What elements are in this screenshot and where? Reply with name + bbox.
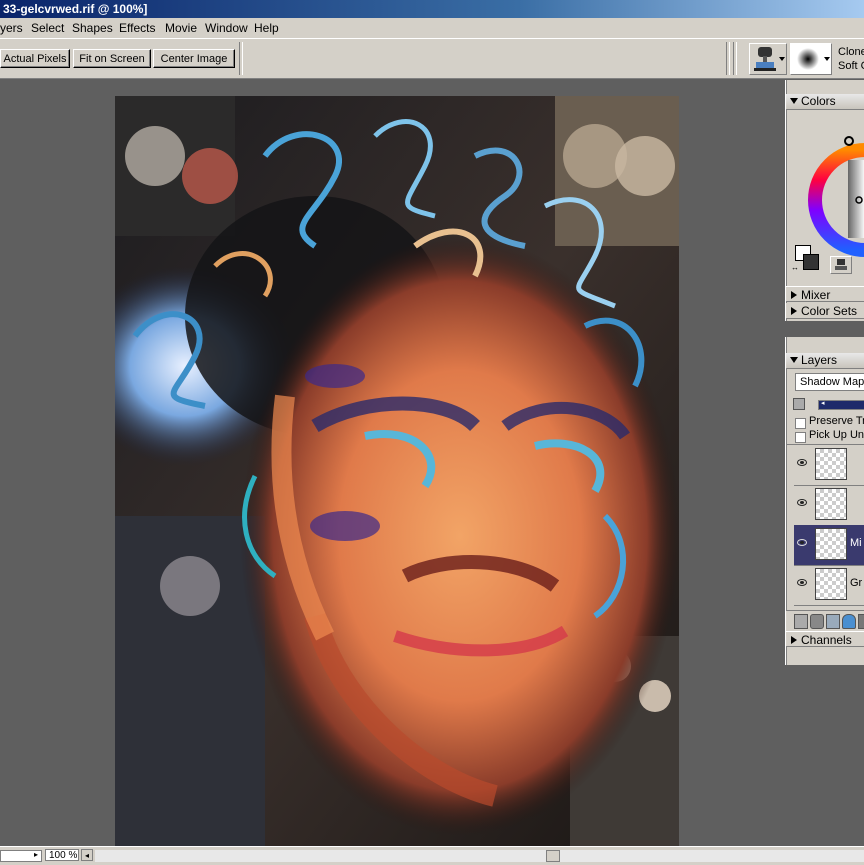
layer-thumbnail: [815, 528, 847, 560]
brush-category-label: Clone: [838, 46, 864, 58]
layers-list: Mi Gr: [786, 444, 864, 609]
layer-thumbnail: [815, 568, 847, 600]
menu-shapes[interactable]: Shapes: [72, 21, 113, 35]
additional-color-swatch[interactable]: [803, 254, 819, 270]
layer-name: Mi: [850, 537, 862, 549]
eye-icon[interactable]: [797, 499, 807, 506]
layers-commands-bar: [786, 610, 864, 631]
document-canvas-area[interactable]: [0, 80, 784, 846]
clone-stamp-icon: [754, 47, 785, 71]
layer-attributes-icon[interactable]: [794, 614, 808, 629]
swap-colors-icon[interactable]: ↔: [791, 264, 799, 272]
collapse-triangle-icon[interactable]: [790, 98, 798, 104]
colors-palette-title: Colors: [801, 94, 836, 108]
menu-window[interactable]: Window: [205, 21, 248, 35]
brush-variant-label: Soft C: [838, 60, 864, 72]
menu-layers[interactable]: yers: [0, 21, 23, 35]
dynamic-plugins-icon[interactable]: [810, 614, 824, 629]
window-title: 33-gelcvrwed.rif @ 100%]: [3, 2, 148, 16]
expand-triangle-icon[interactable]: [791, 307, 797, 315]
eye-icon[interactable]: [797, 539, 807, 546]
colors-palette-group: Colors ↔ Mixer Color Sets: [785, 80, 864, 321]
colors-palette-header[interactable]: Colors: [786, 94, 864, 110]
horizontal-scrollbar-track[interactable]: [95, 850, 864, 862]
menu-help[interactable]: Help: [254, 21, 279, 35]
color-sets-palette-header[interactable]: Color Sets: [786, 303, 864, 319]
toolbar-separator: [726, 42, 730, 75]
menu-select[interactable]: Select: [31, 21, 64, 35]
hue-indicator-icon[interactable]: [844, 136, 854, 146]
menu-effects[interactable]: Effects: [119, 21, 155, 35]
layers-palette-header[interactable]: Layers: [786, 353, 864, 369]
mixer-palette-title: Mixer: [801, 288, 831, 302]
window-title-bar: 33-gelcvrwed.rif @ 100%]: [0, 0, 864, 18]
pick-up-underlying-checkbox[interactable]: [795, 432, 806, 443]
layer-row-selected[interactable]: Mi: [794, 525, 864, 566]
zoom-level-field[interactable]: 100 %: [45, 849, 79, 861]
channels-palette-title: Channels: [801, 633, 852, 647]
clone-color-icon[interactable]: [830, 256, 852, 274]
layer-thumbnail: [815, 488, 847, 520]
expressive-portrait-painting: [115, 96, 679, 846]
pick-up-underlying-label: Pick Up Und: [809, 429, 864, 441]
new-layer-icon[interactable]: [826, 614, 840, 629]
painting-canvas[interactable]: [115, 96, 679, 846]
menu-movie[interactable]: Movie: [165, 21, 197, 35]
slider-arrow-icon[interactable]: ◂: [821, 400, 827, 407]
brush-variant-selector[interactable]: [790, 43, 832, 75]
layers-palette-title: Layers: [801, 353, 838, 367]
composite-method-dropdown[interactable]: Shadow Map: [795, 373, 864, 391]
preserve-transparency-label: Preserve Tr: [809, 415, 864, 427]
channels-palette-header[interactable]: Channels: [786, 631, 864, 647]
toolbar-separator: [239, 42, 243, 75]
delete-layer-icon[interactable]: [858, 614, 864, 629]
fit-on-screen-button[interactable]: Fit on Screen: [73, 49, 151, 68]
layer-row[interactable]: [794, 445, 864, 486]
toolbar-separator: [733, 42, 737, 75]
layer-row[interactable]: Gr: [794, 565, 864, 606]
layers-palette-group: Layers Shadow Map ◂ Preserve Tr Pick Up …: [785, 337, 864, 665]
brush-category-selector[interactable]: [749, 43, 787, 75]
property-bar: Actual Pixels Fit on Screen Center Image…: [0, 39, 864, 79]
color-sets-palette-title: Color Sets: [801, 304, 858, 318]
layer-row[interactable]: [794, 485, 864, 526]
layer-name: Gr: [850, 577, 863, 589]
eye-icon[interactable]: [797, 459, 807, 466]
opacity-icon: [793, 398, 805, 410]
center-image-button[interactable]: Center Image: [153, 49, 235, 68]
mixer-palette-header[interactable]: Mixer: [786, 286, 864, 302]
eye-icon[interactable]: [797, 579, 807, 586]
expand-triangle-icon[interactable]: [791, 636, 797, 644]
status-bar: ▸ 100 % ◂: [0, 846, 864, 865]
brush-name-label: Clone Soft C: [838, 45, 864, 73]
soft-brush-dab-icon: [797, 48, 830, 70]
layer-thumbnail: [815, 448, 847, 480]
menu-bar: yers Select Shapes Effects Movie Window …: [0, 18, 864, 39]
create-mask-icon[interactable]: [842, 614, 856, 629]
collapse-triangle-icon[interactable]: [790, 357, 798, 363]
scroll-left-arrow-icon[interactable]: ◂: [81, 849, 93, 861]
actual-pixels-button[interactable]: Actual Pixels: [0, 49, 70, 68]
horizontal-scrollbar-thumb[interactable]: [546, 850, 560, 862]
preserve-transparency-checkbox[interactable]: [795, 418, 806, 429]
expand-triangle-icon[interactable]: [791, 291, 797, 299]
play-arrow-icon[interactable]: ▸: [34, 850, 38, 859]
